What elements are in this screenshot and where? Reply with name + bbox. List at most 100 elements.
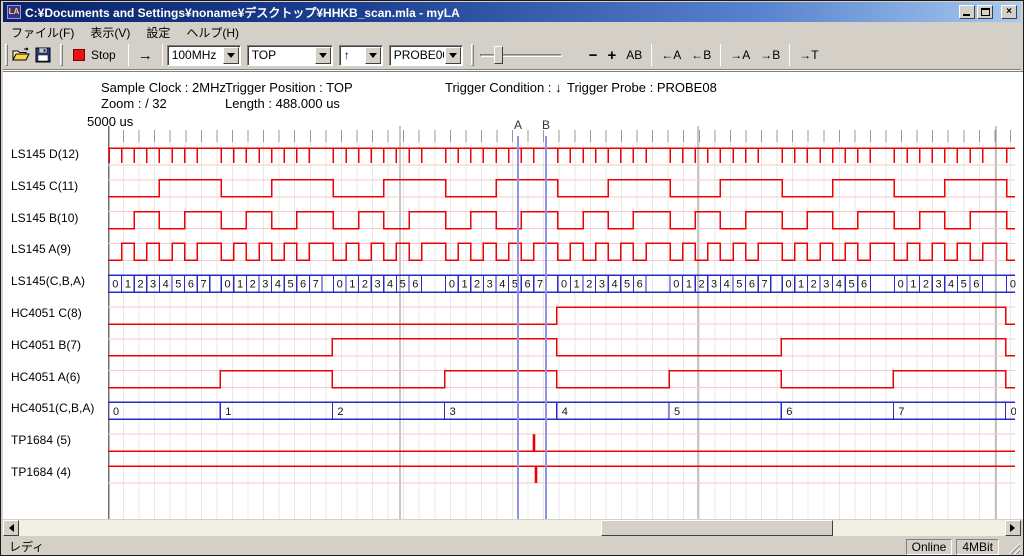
trigger-position-dropdown-button[interactable] (315, 47, 331, 64)
zoom-in-button[interactable]: + (602, 44, 621, 66)
length-info: Length : 488.000 us (225, 96, 340, 111)
zoom-slider-thumb[interactable] (494, 46, 503, 64)
svg-text:0: 0 (337, 279, 343, 291)
minimize-button[interactable] (959, 5, 975, 19)
jump-to-a-button[interactable]: ←A (656, 44, 686, 66)
svg-text:5: 5 (400, 279, 406, 291)
menu-settings[interactable]: 設定 (138, 23, 178, 42)
cursor-b-line[interactable] (545, 136, 547, 519)
channel-label: HC4051 B(7) (11, 338, 81, 352)
svg-text:0: 0 (224, 279, 230, 291)
jump-to-trigger-button[interactable]: →T (794, 44, 823, 66)
zoom-slider-track[interactable] (480, 54, 562, 57)
svg-text:1: 1 (349, 279, 355, 291)
channel-label: LS145(C,B,A) (11, 274, 85, 288)
menu-view[interactable]: 表示(V) (82, 23, 138, 42)
waveform-plot[interactable]: 0123456701234567012345601234567012345601… (108, 126, 1016, 519)
toolbar-grip[interactable] (5, 44, 8, 66)
channel-label: LS145 B(10) (11, 211, 78, 225)
toolbar-grip-2[interactable] (60, 44, 63, 66)
stop-button[interactable]: Stop (65, 44, 124, 66)
close-button[interactable]: × (1001, 5, 1017, 19)
svg-text:1: 1 (574, 279, 580, 291)
minimize-icon (963, 14, 970, 16)
svg-text:0: 0 (785, 279, 791, 291)
toolbar-grip-3[interactable] (471, 44, 474, 66)
trigger-probe-info: Trigger Probe : PROBE08 (567, 80, 717, 95)
svg-text:3: 3 (150, 279, 156, 291)
channel-label: HC4051 C(8) (11, 306, 82, 320)
chevron-down-icon (449, 53, 457, 62)
svg-text:7: 7 (761, 279, 767, 291)
scroll-left-button[interactable] (3, 520, 19, 536)
clock-combo[interactable]: 100MHz (167, 45, 241, 66)
titlebar[interactable]: LA C:¥Documents and Settings¥noname¥デスクト… (3, 2, 1021, 22)
svg-text:4: 4 (499, 279, 505, 291)
resize-grip[interactable] (1007, 541, 1020, 554)
channel-label: LS145 C(11) (11, 179, 78, 193)
svg-text:3: 3 (711, 279, 717, 291)
save-button[interactable] (32, 44, 54, 66)
zoom-out-button[interactable]: − (584, 44, 603, 66)
svg-text:3: 3 (450, 406, 456, 418)
maximize-button[interactable] (977, 5, 993, 19)
svg-text:6: 6 (188, 279, 194, 291)
zoom-slider[interactable] (480, 44, 580, 66)
svg-text:0: 0 (113, 406, 119, 418)
svg-text:7: 7 (898, 406, 904, 418)
svg-text:4: 4 (611, 279, 617, 291)
svg-text:2: 2 (586, 279, 592, 291)
sample-clock-info: Sample Clock : 2MHz (101, 80, 226, 95)
set-b-button[interactable]: →B (755, 44, 785, 66)
svg-text:4: 4 (562, 406, 568, 418)
svg-text:4: 4 (275, 279, 281, 291)
svg-text:2: 2 (474, 279, 480, 291)
svg-text:2: 2 (362, 279, 368, 291)
open-file-button[interactable] (10, 44, 32, 66)
arrow-right-icon (1010, 524, 1019, 532)
menu-file[interactable]: ファイル(F) (3, 23, 82, 42)
svg-text:6: 6 (300, 279, 306, 291)
svg-text:2: 2 (923, 279, 929, 291)
jump-to-b-button[interactable]: ←B (686, 44, 716, 66)
scroll-right-button[interactable] (1005, 520, 1021, 536)
trigger-position-value: TOP (248, 48, 314, 62)
menubar: ファイル(F) 表示(V) 設定 ヘルプ(H) (3, 23, 1021, 41)
zoom-info: Zoom : / 32 (101, 96, 167, 111)
chevron-down-icon (319, 53, 327, 62)
svg-text:2: 2 (137, 279, 143, 291)
open-folder-icon (12, 47, 30, 63)
status-message: レディ (3, 538, 906, 555)
mylA-window: LA C:¥Documents and Settings¥noname¥デスクト… (0, 0, 1024, 556)
maximize-icon (981, 8, 990, 16)
trigger-edge-combo[interactable]: ↑ (339, 45, 383, 66)
svg-text:0: 0 (1011, 406, 1016, 418)
app-icon[interactable]: LA (7, 5, 21, 19)
scrollbar-thumb[interactable] (601, 520, 833, 536)
svg-text:5: 5 (961, 279, 967, 291)
trigger-condition-info: Trigger Condition : ↓ (445, 80, 562, 95)
svg-text:3: 3 (935, 279, 941, 291)
trigger-probe-combo[interactable]: PROBE00 (389, 45, 463, 66)
clock-dropdown-button[interactable] (223, 47, 239, 64)
run-button[interactable]: → (133, 44, 158, 66)
channel-label: TP1684 (5) (11, 433, 71, 447)
svg-text:4: 4 (948, 279, 954, 291)
trigger-probe-value: PROBE00 (390, 48, 444, 62)
channel-label: TP1684 (4) (11, 465, 71, 479)
svg-text:2: 2 (698, 279, 704, 291)
svg-text:5: 5 (624, 279, 630, 291)
svg-text:5: 5 (848, 279, 854, 291)
svg-text:4: 4 (836, 279, 842, 291)
trigger-probe-dropdown-button[interactable] (445, 47, 461, 64)
cursor-a-line[interactable] (517, 136, 519, 519)
svg-text:6: 6 (973, 279, 979, 291)
svg-text:1: 1 (910, 279, 916, 291)
trigger-edge-dropdown-button[interactable] (365, 47, 381, 64)
toolbar: Stop → 100MHz TOP ↑ PROBE00 − + AB ←A (3, 41, 1021, 70)
horizontal-scrollbar[interactable] (3, 520, 1021, 536)
trigger-position-combo[interactable]: TOP (247, 45, 333, 66)
ab-range-button[interactable]: AB (621, 44, 647, 66)
menu-help[interactable]: ヘルプ(H) (178, 23, 247, 42)
set-a-button[interactable]: →A (725, 44, 755, 66)
